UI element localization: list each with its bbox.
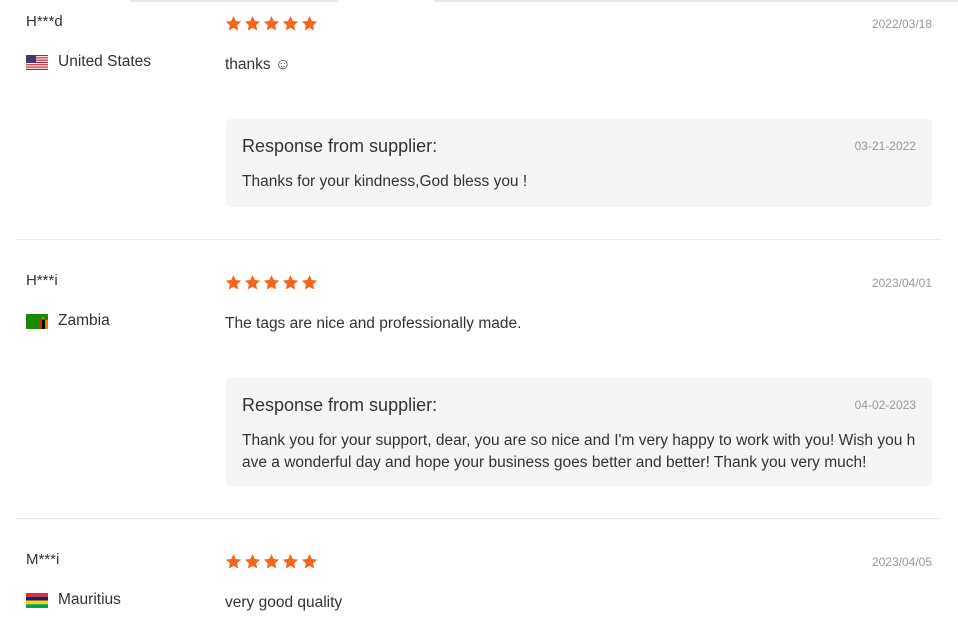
review-date: 2023/04/01 — [871, 276, 932, 290]
review-item: H***i Zambia 2023/04/01 The tags are nic… — [16, 259, 942, 519]
star-icon — [301, 554, 318, 569]
reviewer-country: Zambia — [26, 312, 110, 330]
star-icon — [225, 554, 242, 569]
reviewer-name: H***i — [26, 272, 58, 289]
review-text: thanks ☺ — [225, 56, 291, 73]
rating-stars — [225, 15, 318, 32]
reviewer-country: Mauritius — [26, 591, 121, 609]
review-date: 2023/04/05 — [871, 555, 932, 569]
star-icon — [225, 16, 242, 31]
country-label: Zambia — [58, 312, 110, 329]
rating-stars — [225, 553, 318, 570]
review-item: H***d United States 2022/03/18 thanks ☺ … — [16, 0, 942, 240]
rating-stars — [225, 274, 318, 291]
response-date: 04-02-2023 — [854, 398, 916, 412]
response-title: Response from supplier: — [242, 136, 438, 156]
star-icon — [282, 275, 299, 290]
star-icon — [244, 16, 261, 31]
review-text: The tags are nice and professionally mad… — [225, 315, 522, 332]
review-item: M***i Mauritius 2023/04/05 very good qua… — [16, 538, 942, 642]
country-label: United States — [58, 53, 152, 70]
star-icon — [282, 554, 299, 569]
review-date: 2022/03/18 — [871, 17, 932, 31]
review-text: very good quality — [225, 594, 343, 611]
response-date: 03-21-2022 — [854, 139, 916, 153]
star-icon — [301, 16, 318, 31]
response-text: Thanks for your kindness,God bless you ! — [242, 173, 528, 190]
us-flag-icon — [26, 54, 48, 70]
star-icon — [301, 275, 318, 290]
country-label: Mauritius — [58, 591, 121, 608]
star-icon — [225, 275, 242, 290]
reviewer-name: M***i — [26, 551, 60, 568]
review-divider — [16, 239, 942, 240]
supplier-response: Response from supplier: 03-21-2022 Thank… — [226, 119, 932, 207]
star-icon — [263, 275, 280, 290]
response-text: Thank you for your support, dear, you ar… — [242, 432, 916, 471]
supplier-response: Response from supplier: 04-02-2023 Thank… — [226, 378, 932, 486]
review-divider — [16, 518, 942, 519]
reviewer-country: United States — [26, 53, 151, 71]
star-icon — [282, 16, 299, 31]
zambia-flag-icon — [26, 313, 48, 329]
star-icon — [244, 554, 261, 569]
star-icon — [244, 275, 261, 290]
response-title: Response from supplier: — [242, 395, 438, 415]
star-icon — [263, 554, 280, 569]
star-icon — [263, 16, 280, 31]
mauritius-flag-icon — [26, 592, 48, 608]
reviewer-name: H***d — [26, 13, 63, 30]
